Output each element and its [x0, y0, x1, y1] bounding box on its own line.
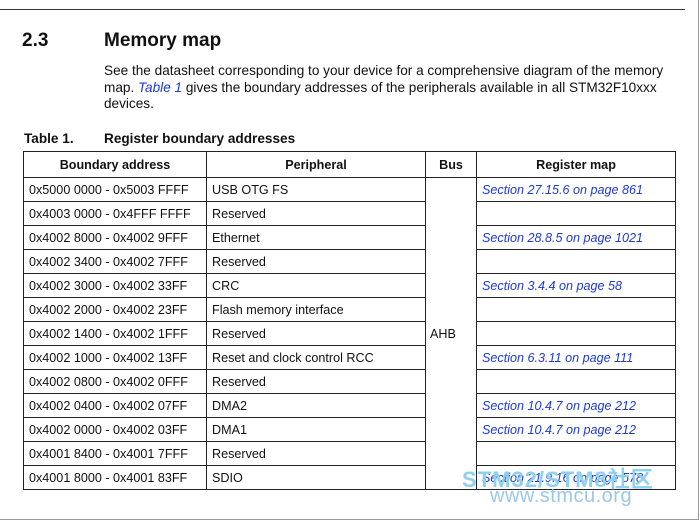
table-caption-number: Table 1.	[24, 131, 74, 146]
boundary-address-cell: 0x4002 0400 - 0x4002 07FF	[23, 393, 207, 418]
register-map-link[interactable]: Section 6.3.11 on page 111	[476, 345, 676, 370]
watermark-url: www.stmcu.org	[490, 485, 633, 507]
bus-cell: AHB	[425, 177, 477, 490]
register-boundary-table: Boundary address Peripheral Bus Register…	[23, 151, 676, 490]
table-row: 0x4002 3400 - 0x4002 7FFF Reserved	[23, 249, 676, 274]
register-map-link[interactable]: Section 27.15.6 on page 861	[476, 177, 676, 202]
boundary-address-cell: 0x4002 1400 - 0x4002 1FFF	[23, 321, 207, 346]
table-row: 0x4002 3000 - 0x4002 33FF CRC Section 3.4.…	[23, 273, 676, 298]
table-row: 0x4002 2000 - 0x4002 23FF Flash memory in…	[23, 297, 676, 322]
peripheral-cell: Reserved	[206, 249, 426, 274]
peripheral-cell: Reserved	[206, 201, 426, 226]
table-1-link[interactable]: Table 1	[138, 80, 182, 95]
section-number: 2.3	[22, 30, 49, 51]
table-row: 0x5000 0000 - 0x5003 FFFF USB OTG FS AHB Se…	[23, 177, 676, 490]
peripheral-cell: CRC	[206, 273, 426, 298]
boundary-address-cell: 0x4003 0000 - 0x4FFF FFFF	[23, 201, 207, 226]
boundary-address-cell: 0x4001 8400 - 0x4001 7FFF	[23, 441, 207, 466]
register-map-link	[476, 321, 676, 346]
boundary-address-cell: 0x4002 0000 - 0x4002 03FF	[23, 417, 207, 442]
watermark: STM32/STM8社区 www.stmcu.org	[462, 462, 698, 514]
peripheral-cell: SDIO	[206, 465, 426, 490]
boundary-address-cell: 0x4002 8000 - 0x4002 9FFF	[23, 225, 207, 250]
header-peripheral: Peripheral	[206, 151, 426, 178]
register-map-link	[476, 369, 676, 394]
table-row: 0x4003 0000 - 0x4FFF FFFF Reserved	[23, 201, 676, 226]
boundary-address-cell: 0x4002 3400 - 0x4002 7FFF	[23, 249, 207, 274]
boundary-address-cell: 0x4002 0800 - 0x4002 0FFF	[23, 369, 207, 394]
boundary-address-cell: 0x4002 2000 - 0x4002 23FF	[23, 297, 207, 322]
peripheral-cell: Reserved	[206, 321, 426, 346]
header-boundary-address: Boundary address	[23, 151, 207, 178]
table-row: 0x4002 1400 - 0x4002 1FFF Reserved	[23, 321, 676, 346]
header-register-map: Register map	[476, 151, 676, 178]
peripheral-cell: DMA1	[206, 417, 426, 442]
header-rule	[0, 0, 685, 10]
intro-paragraph: See the datasheet corresponding to your …	[104, 63, 664, 113]
boundary-address-cell: 0x4002 1000 - 0x4002 13FF	[23, 345, 207, 370]
boundary-address-cell: 0x4002 3000 - 0x4002 33FF	[23, 273, 207, 298]
table-row: 0x4002 1000 - 0x4002 13FF Reset and clock…	[23, 345, 676, 370]
table-header-row: Boundary address Peripheral Bus Register…	[23, 151, 676, 178]
peripheral-cell: Ethernet	[206, 225, 426, 250]
table-row: 0x4002 0000 - 0x4002 03FF DMA1 Section 10.…	[23, 417, 676, 442]
register-map-link[interactable]: Section 10.4.7 on page 212	[476, 417, 676, 442]
register-map-link[interactable]: Section 3.4.4 on page 58	[476, 273, 676, 298]
register-map-link	[476, 297, 676, 322]
register-map-link[interactable]: Section 28.8.5 on page 1021	[476, 225, 676, 250]
peripheral-cell: Reset and clock control RCC	[206, 345, 426, 370]
table-row: 0x4002 0800 - 0x4002 0FFF Reserved	[23, 369, 676, 394]
peripheral-cell: Reserved	[206, 369, 426, 394]
register-map-link[interactable]: Section 10.4.7 on page 212	[476, 393, 676, 418]
peripheral-cell: Flash memory interface	[206, 297, 426, 322]
table-row: 0x4002 0400 - 0x4002 07FF DMA2 Section 10.…	[23, 393, 676, 418]
peripheral-cell: USB OTG FS	[206, 177, 426, 202]
header-bus: Bus	[425, 151, 477, 178]
register-map-link	[476, 249, 676, 274]
peripheral-cell: DMA2	[206, 393, 426, 418]
intro-text-after: gives the boundary addresses of the peri…	[104, 79, 657, 112]
section-title: Memory map	[104, 30, 222, 51]
table-row: 0x4002 8000 - 0x4002 9FFF Ethernet Section…	[23, 225, 676, 250]
register-map-link	[476, 201, 676, 226]
table-caption-title: Register boundary addresses	[104, 131, 296, 146]
boundary-address-cell: 0x4001 8000 - 0x4001 83FF	[23, 465, 207, 490]
boundary-address-cell: 0x5000 0000 - 0x5003 FFFF	[23, 177, 207, 202]
peripheral-cell: Reserved	[206, 441, 426, 466]
